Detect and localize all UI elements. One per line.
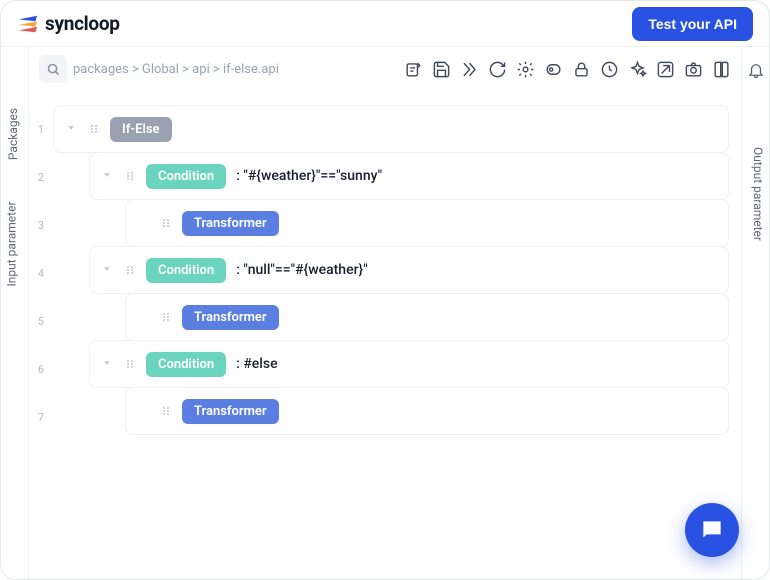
drag-handle-icon[interactable] bbox=[160, 214, 172, 233]
clock-icon[interactable] bbox=[600, 60, 619, 79]
condition-expression: : "#{weather}"=="sunny" bbox=[236, 168, 382, 184]
flow-row-condition[interactable]: Condition : "#{weather}"=="sunny" bbox=[89, 152, 729, 200]
settings-gear-icon[interactable] bbox=[516, 60, 535, 79]
logo-mark-icon bbox=[17, 13, 39, 35]
input-parameter-tab[interactable]: Input parameter bbox=[5, 201, 19, 286]
line-number: 1 bbox=[29, 105, 53, 153]
line-number: 2 bbox=[29, 153, 53, 201]
run-icon[interactable] bbox=[460, 60, 479, 79]
line-gutter: 1 2 3 4 5 6 7 bbox=[29, 95, 53, 567]
chat-icon bbox=[699, 517, 725, 543]
search-button[interactable] bbox=[39, 55, 67, 83]
flow-tree: If-Else Condition : "#{weather}"=="sunny… bbox=[53, 95, 729, 567]
line-number: 5 bbox=[29, 297, 53, 345]
edit-note-icon[interactable] bbox=[404, 60, 423, 79]
ifelse-chip: If-Else bbox=[110, 117, 172, 142]
packages-tab[interactable]: Packages bbox=[6, 108, 20, 160]
condition-expression: : #else bbox=[236, 356, 277, 372]
condition-chip: Condition bbox=[146, 164, 226, 189]
drag-handle-icon[interactable] bbox=[124, 167, 136, 186]
chevron-down-icon[interactable] bbox=[100, 355, 114, 374]
drag-handle-icon[interactable] bbox=[124, 261, 136, 280]
flow-row-transformer[interactable]: Transformer bbox=[125, 293, 729, 341]
toolbar-actions bbox=[404, 60, 731, 79]
brand-logo: syncloop bbox=[17, 12, 120, 35]
output-parameter-tab[interactable]: Output parameter bbox=[751, 147, 765, 241]
line-number: 7 bbox=[29, 393, 53, 441]
drag-handle-icon[interactable] bbox=[160, 402, 172, 421]
flow-row-transformer[interactable]: Transformer bbox=[125, 199, 729, 247]
drag-handle-icon[interactable] bbox=[88, 120, 100, 139]
condition-expression: : "null"=="#{weather}" bbox=[236, 262, 368, 278]
chevron-down-icon[interactable] bbox=[100, 261, 114, 280]
flow-row-transformer[interactable]: Transformer bbox=[125, 387, 729, 435]
flow-row-condition[interactable]: Condition : "null"=="#{weather}" bbox=[89, 246, 729, 294]
condition-chip: Condition bbox=[146, 258, 226, 283]
camera-icon[interactable] bbox=[684, 60, 703, 79]
condition-chip: Condition bbox=[146, 352, 226, 377]
drag-handle-icon[interactable] bbox=[160, 308, 172, 327]
flow-row-condition[interactable]: Condition : #else bbox=[89, 340, 729, 388]
toolbar: packages > Global > api > if-else.api bbox=[29, 47, 741, 91]
save-icon[interactable] bbox=[432, 60, 451, 79]
left-rail: Packages Input parameter bbox=[1, 47, 29, 579]
breadcrumb: packages > Global > api > if-else.api bbox=[73, 62, 398, 77]
right-rail: Output parameter bbox=[741, 47, 769, 579]
transformer-chip: Transformer bbox=[182, 305, 279, 330]
chat-fab-button[interactable] bbox=[685, 503, 739, 557]
app-header: syncloop Test your API bbox=[1, 1, 769, 47]
transformer-chip: Transformer bbox=[182, 211, 279, 236]
drag-handle-icon[interactable] bbox=[124, 355, 136, 374]
lock-icon[interactable] bbox=[572, 60, 591, 79]
chevron-down-icon[interactable] bbox=[100, 167, 114, 186]
refresh-icon[interactable] bbox=[488, 60, 507, 79]
chevron-down-icon[interactable] bbox=[64, 120, 78, 139]
notifications-button[interactable] bbox=[747, 61, 765, 83]
line-number: 3 bbox=[29, 201, 53, 249]
transformer-chip: Transformer bbox=[182, 399, 279, 424]
brand-name: syncloop bbox=[45, 12, 120, 35]
power-icon[interactable] bbox=[544, 60, 563, 79]
line-number: 4 bbox=[29, 249, 53, 297]
book-icon[interactable] bbox=[712, 60, 731, 79]
test-api-button[interactable]: Test your API bbox=[632, 7, 753, 41]
flow-row-ifelse[interactable]: If-Else bbox=[53, 105, 729, 153]
line-number: 6 bbox=[29, 345, 53, 393]
sparkle-icon[interactable] bbox=[628, 60, 647, 79]
export-icon[interactable] bbox=[656, 60, 675, 79]
